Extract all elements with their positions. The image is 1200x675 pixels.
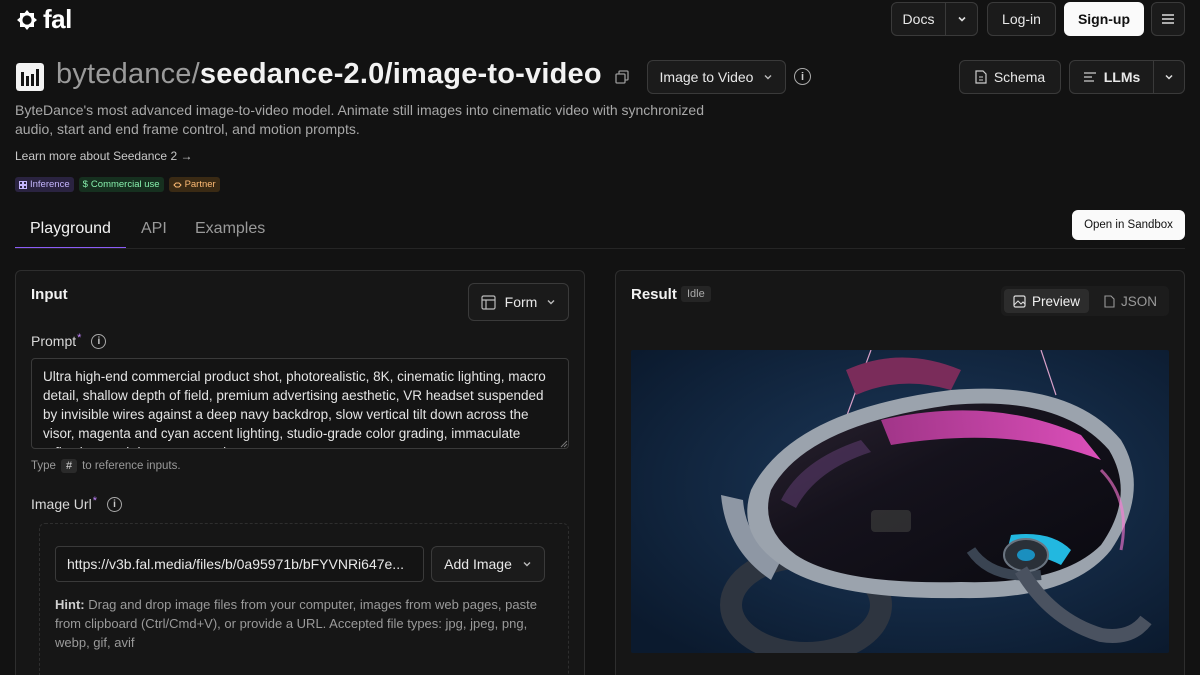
docs-button[interactable]: Docs bbox=[891, 2, 946, 36]
chevron-down-icon bbox=[957, 16, 966, 22]
image-url-input[interactable]: https://v3b.fal.media/files/b/0a95971b/b… bbox=[55, 546, 424, 582]
open-in-sandbox-button[interactable]: Open in Sandbox bbox=[1072, 210, 1185, 240]
badge-partner: Partner bbox=[168, 177, 220, 192]
prompt-label-row: Prompt * i bbox=[31, 332, 107, 349]
mode-info-icon[interactable]: i bbox=[794, 68, 811, 85]
prompt-textarea[interactable]: Ultra high-end commercial product shot, … bbox=[31, 358, 569, 449]
llm-text-icon bbox=[1083, 72, 1096, 82]
image-url-info-icon[interactable]: i bbox=[106, 496, 122, 512]
llms-dropdown-button[interactable] bbox=[1153, 60, 1185, 94]
reference-hint-prefix: Type bbox=[31, 460, 56, 472]
page-title: bytedance/seedance-2.0/image-to-video bbox=[56, 58, 602, 91]
tabs-divider bbox=[15, 248, 1185, 249]
prompt-label: Prompt bbox=[31, 333, 77, 349]
reference-hint-suffix: to reference inputs. bbox=[82, 460, 181, 472]
badge-inference-label: Inference bbox=[30, 179, 70, 190]
badge-partner-label: Partner bbox=[184, 179, 216, 190]
chevron-down-icon bbox=[1165, 74, 1173, 80]
reference-hint: Type # to reference inputs. bbox=[31, 459, 181, 473]
chevron-down-icon bbox=[523, 562, 531, 567]
required-marker: * bbox=[92, 495, 97, 507]
hamburger-menu-icon bbox=[1162, 14, 1174, 24]
vr-headset-image bbox=[631, 350, 1169, 653]
llms-button[interactable]: LLMs bbox=[1069, 60, 1154, 94]
docs-dropdown-button[interactable] bbox=[945, 2, 978, 36]
input-panel-title: Input bbox=[31, 286, 68, 303]
image-upload-hint: Hint: Drag and drop image files from you… bbox=[55, 595, 545, 652]
menu-button[interactable] bbox=[1151, 2, 1185, 36]
brand-name: fal bbox=[43, 4, 72, 34]
docs-label: Docs bbox=[902, 11, 935, 27]
brand-logo[interactable]: fal bbox=[15, 4, 72, 35]
form-select[interactable]: Form bbox=[468, 283, 569, 321]
form-select-label: Form bbox=[504, 294, 538, 310]
signup-button[interactable]: Sign-up bbox=[1064, 2, 1144, 36]
badge-commercial-label: Commercial use bbox=[90, 179, 160, 190]
llms-label: LLMs bbox=[1103, 69, 1141, 85]
dollar-icon: $ bbox=[82, 179, 88, 190]
badge-inference: Inference bbox=[15, 177, 74, 192]
json-tab[interactable]: JSON bbox=[1095, 289, 1166, 313]
prompt-info-icon[interactable]: i bbox=[91, 333, 107, 349]
preview-tab[interactable]: Preview bbox=[1004, 289, 1090, 313]
model-chart-icon bbox=[16, 63, 44, 91]
file-icon bbox=[975, 70, 987, 84]
tab-examples[interactable]: Examples bbox=[195, 220, 265, 238]
file-code-icon bbox=[1104, 294, 1115, 308]
handshake-icon bbox=[172, 182, 182, 187]
image-url-label: Image Url bbox=[31, 496, 92, 512]
login-button[interactable]: Log-in bbox=[987, 2, 1056, 36]
learn-more-link[interactable]: Learn more about Seedance 2 → bbox=[15, 149, 192, 163]
model-description: ByteDance's most advanced image-to-video… bbox=[15, 102, 705, 137]
preview-label: Preview bbox=[1032, 293, 1081, 309]
model-id: seedance-2.0/image-to-video bbox=[199, 58, 602, 90]
chevron-down-icon bbox=[764, 75, 772, 80]
image-icon bbox=[1013, 294, 1026, 308]
add-image-label: Add Image bbox=[444, 556, 512, 572]
hint-text: Drag and drop image files from your comp… bbox=[55, 597, 537, 650]
json-label: JSON bbox=[1121, 293, 1158, 309]
badge-commercial: $ Commercial use bbox=[78, 177, 164, 192]
tab-playground[interactable]: Playground bbox=[30, 220, 111, 238]
top-nav: fal Docs Log-in Sign-up bbox=[0, 0, 1200, 38]
layout-icon bbox=[481, 294, 496, 310]
required-marker: * bbox=[77, 332, 82, 344]
result-preview-image bbox=[631, 350, 1169, 653]
model-owner: bytedance/ bbox=[56, 58, 200, 90]
schema-button[interactable]: Schema bbox=[959, 60, 1061, 94]
add-image-button[interactable]: Add Image bbox=[431, 546, 545, 582]
fal-logo-icon bbox=[17, 9, 37, 30]
image-url-label-row: Image Url * i bbox=[31, 495, 122, 512]
grid-icon bbox=[19, 180, 27, 189]
badge-row: Inference $ Commercial use Partner bbox=[15, 177, 220, 192]
open-in-sandbox-label: Open in Sandbox bbox=[1084, 219, 1173, 231]
signup-label: Sign-up bbox=[1077, 11, 1131, 27]
status-badge: Idle bbox=[681, 286, 711, 302]
login-label: Log-in bbox=[1002, 11, 1041, 27]
copy-icon[interactable] bbox=[615, 70, 629, 84]
result-panel-title: Result bbox=[631, 286, 677, 303]
tab-api[interactable]: API bbox=[141, 220, 167, 238]
resize-handle-icon[interactable] bbox=[560, 440, 568, 448]
result-view-toggle: Preview JSON bbox=[1001, 286, 1169, 316]
mode-select-label: Image to Video bbox=[659, 69, 754, 85]
chevron-down-icon bbox=[547, 300, 555, 305]
hint-bold-label: Hint: bbox=[55, 597, 85, 612]
reference-hint-key: # bbox=[60, 459, 78, 473]
mode-select[interactable]: Image to Video bbox=[647, 60, 786, 94]
schema-label: Schema bbox=[993, 69, 1046, 85]
